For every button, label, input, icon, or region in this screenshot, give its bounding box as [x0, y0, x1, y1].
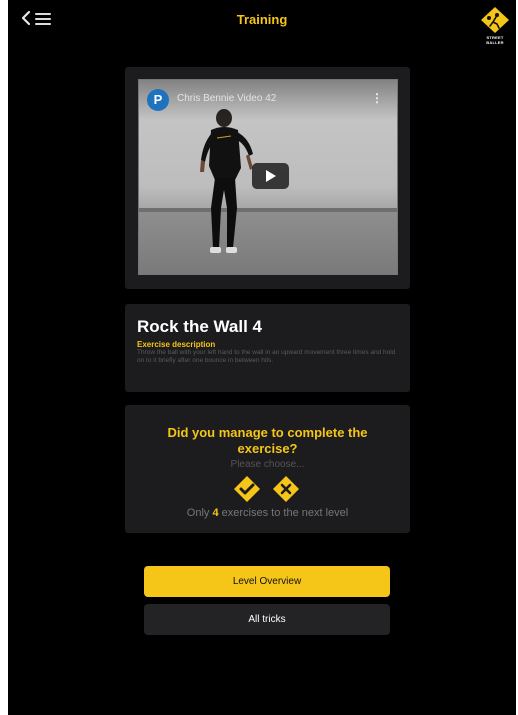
more-vertical-icon[interactable]: ⋮: [371, 92, 383, 104]
logo-caption: STREET BALLER: [486, 35, 504, 45]
close-icon[interactable]: [272, 475, 300, 503]
video-player[interactable]: P Chris Bennie Video 42 ⋮: [138, 79, 398, 275]
play-icon: [266, 170, 276, 182]
video-title[interactable]: Chris Bennie Video 42: [177, 93, 276, 104]
level-overview-button[interactable]: Level Overview: [144, 566, 390, 597]
exercise-description-label: Exercise description: [137, 340, 216, 349]
exercise-title: Rock the Wall 4: [137, 317, 263, 336]
all-tricks-button[interactable]: All tricks: [144, 604, 390, 635]
play-button[interactable]: [252, 163, 289, 189]
remaining-suffix: exercises to the next level: [218, 507, 349, 519]
completion-card: Did you manage to complete the exercise?…: [125, 405, 410, 533]
remaining-prefix: Only: [186, 507, 213, 519]
remaining-exercises-text: Only 4 exercises to the next level: [125, 507, 410, 519]
video-athlete-figure: [200, 109, 253, 253]
app-logo: STREET BALLER: [478, 6, 512, 45]
check-icon[interactable]: [233, 475, 261, 503]
logo-diamond-icon: [481, 7, 509, 33]
choose-prompt: Please choose...: [230, 459, 305, 470]
page-title: Training: [236, 12, 288, 27]
top-bar: Training STREET BALLER: [8, 0, 516, 45]
channel-avatar[interactable]: P: [147, 89, 169, 111]
video-card: P Chris Bennie Video 42 ⋮: [125, 67, 410, 289]
completion-question: Did you manage to complete the exercise?: [167, 425, 368, 456]
exercise-info-card: Rock the Wall 4 Exercise description Thr…: [125, 304, 410, 392]
app-screen: Training STREET BALLER P Chris Bennie Vi…: [8, 0, 516, 715]
exercise-description-text: Throw the ball with your left hand to th…: [137, 349, 396, 364]
